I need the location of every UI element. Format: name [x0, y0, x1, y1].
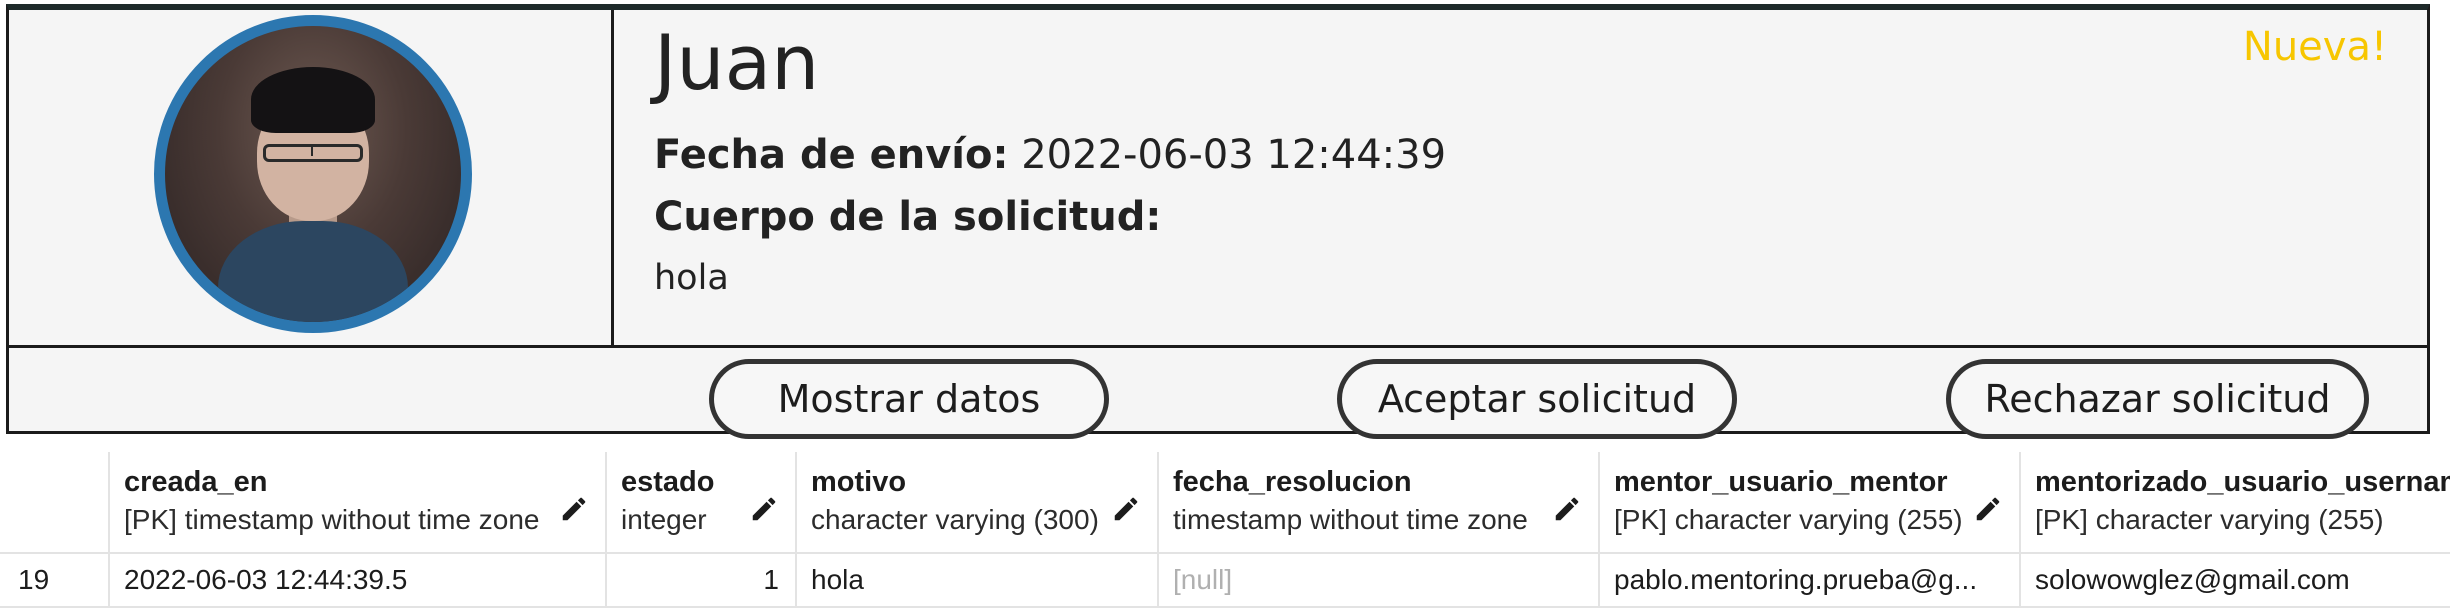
column-header-mentor-usuario-mentor[interactable]: mentor_usuario_mentor [PK] character var…	[1600, 452, 2021, 554]
cell-fecha-resolucion[interactable]: [null]	[1159, 554, 1600, 608]
column-type: [PK] timestamp without time zone	[124, 504, 540, 535]
cell-mentor-usuario-mentor[interactable]: pablo.mentoring.prueba@g...	[1600, 554, 2021, 608]
row-number[interactable]: 19	[0, 554, 110, 608]
cell-creada-en[interactable]: 2022-06-03 12:44:39.5	[110, 554, 607, 608]
grid-corner-cell	[0, 452, 110, 554]
request-card-header: Juan Nueva! Fecha de envío: 2022-06-03 1…	[9, 10, 2427, 348]
column-name: motivo	[811, 466, 907, 498]
column-header-creada-en[interactable]: creada_en [PK] timestamp without time zo…	[110, 452, 607, 554]
request-card: Juan Nueva! Fecha de envío: 2022-06-03 1…	[6, 4, 2430, 439]
cell-estado[interactable]: 1	[607, 554, 797, 608]
avatar-hair	[250, 67, 376, 133]
avatar-cell	[9, 10, 614, 345]
cuerpo-label: Cuerpo de la solicitud:	[654, 194, 1162, 240]
column-name: mentor_usuario_mentor	[1614, 466, 1948, 498]
column-name: mentorizado_usuario_usernam	[2035, 466, 2450, 498]
cuerpo-solicitud-label: Cuerpo de la solicitud:	[654, 194, 1161, 240]
reject-request-button[interactable]: Rechazar solicitud	[1946, 359, 2369, 439]
column-type: timestamp without time zone	[1173, 504, 1528, 535]
avatar	[154, 15, 472, 333]
edit-pencil-icon[interactable]	[559, 494, 589, 524]
fecha-envio: Fecha de envío: 2022-06-03 12:44:39	[654, 132, 1446, 178]
request-actions: Mostrar datos Aceptar solicitud Rechazar…	[9, 348, 2427, 439]
requester-name: Juan	[654, 18, 820, 107]
column-type: [PK] character varying (255)	[1614, 504, 1963, 535]
request-info: Juan Nueva! Fecha de envío: 2022-06-03 1…	[654, 10, 2427, 345]
column-name: creada_en	[124, 466, 268, 498]
fecha-envio-label: Fecha de envío:	[654, 132, 1009, 178]
edit-pencil-icon[interactable]	[1111, 494, 1141, 524]
edit-pencil-icon[interactable]	[1973, 494, 2003, 524]
grid-header: creada_en [PK] timestamp without time zo…	[0, 452, 2450, 554]
show-data-button[interactable]: Mostrar datos	[709, 359, 1109, 439]
column-header-estado[interactable]: estado integer	[607, 452, 797, 554]
edit-pencil-icon[interactable]	[1552, 494, 1582, 524]
cuerpo-solicitud-value: hola	[654, 258, 729, 298]
cell-motivo[interactable]: hola	[797, 554, 1159, 608]
results-grid: creada_en [PK] timestamp without time zo…	[0, 448, 2450, 611]
column-type: integer	[621, 504, 707, 535]
column-name: fecha_resolucion	[1173, 466, 1412, 498]
edit-pencil-icon[interactable]	[749, 494, 779, 524]
column-name: estado	[621, 466, 715, 498]
avatar-shirt	[218, 221, 408, 322]
avatar-glasses	[262, 144, 364, 163]
column-type: [PK] character varying (255)	[2035, 504, 2384, 535]
column-type: character varying (300)	[811, 504, 1099, 535]
table-row[interactable]: 19 2022-06-03 12:44:39.5 1 hola [null] p…	[0, 554, 2450, 608]
new-badge: Nueva!	[2242, 24, 2387, 70]
cell-mentorizado-usuario-username[interactable]: solowowglez@gmail.com	[2021, 554, 2450, 608]
accept-request-button[interactable]: Aceptar solicitud	[1337, 359, 1737, 439]
column-header-fecha-resolucion[interactable]: fecha_resolucion timestamp without time …	[1159, 452, 1600, 554]
fecha-envio-value: 2022-06-03 12:44:39	[1021, 132, 1447, 178]
column-header-mentorizado-usuario-username[interactable]: mentorizado_usuario_usernam [PK] charact…	[2021, 452, 2450, 554]
column-header-motivo[interactable]: motivo character varying (300)	[797, 452, 1159, 554]
